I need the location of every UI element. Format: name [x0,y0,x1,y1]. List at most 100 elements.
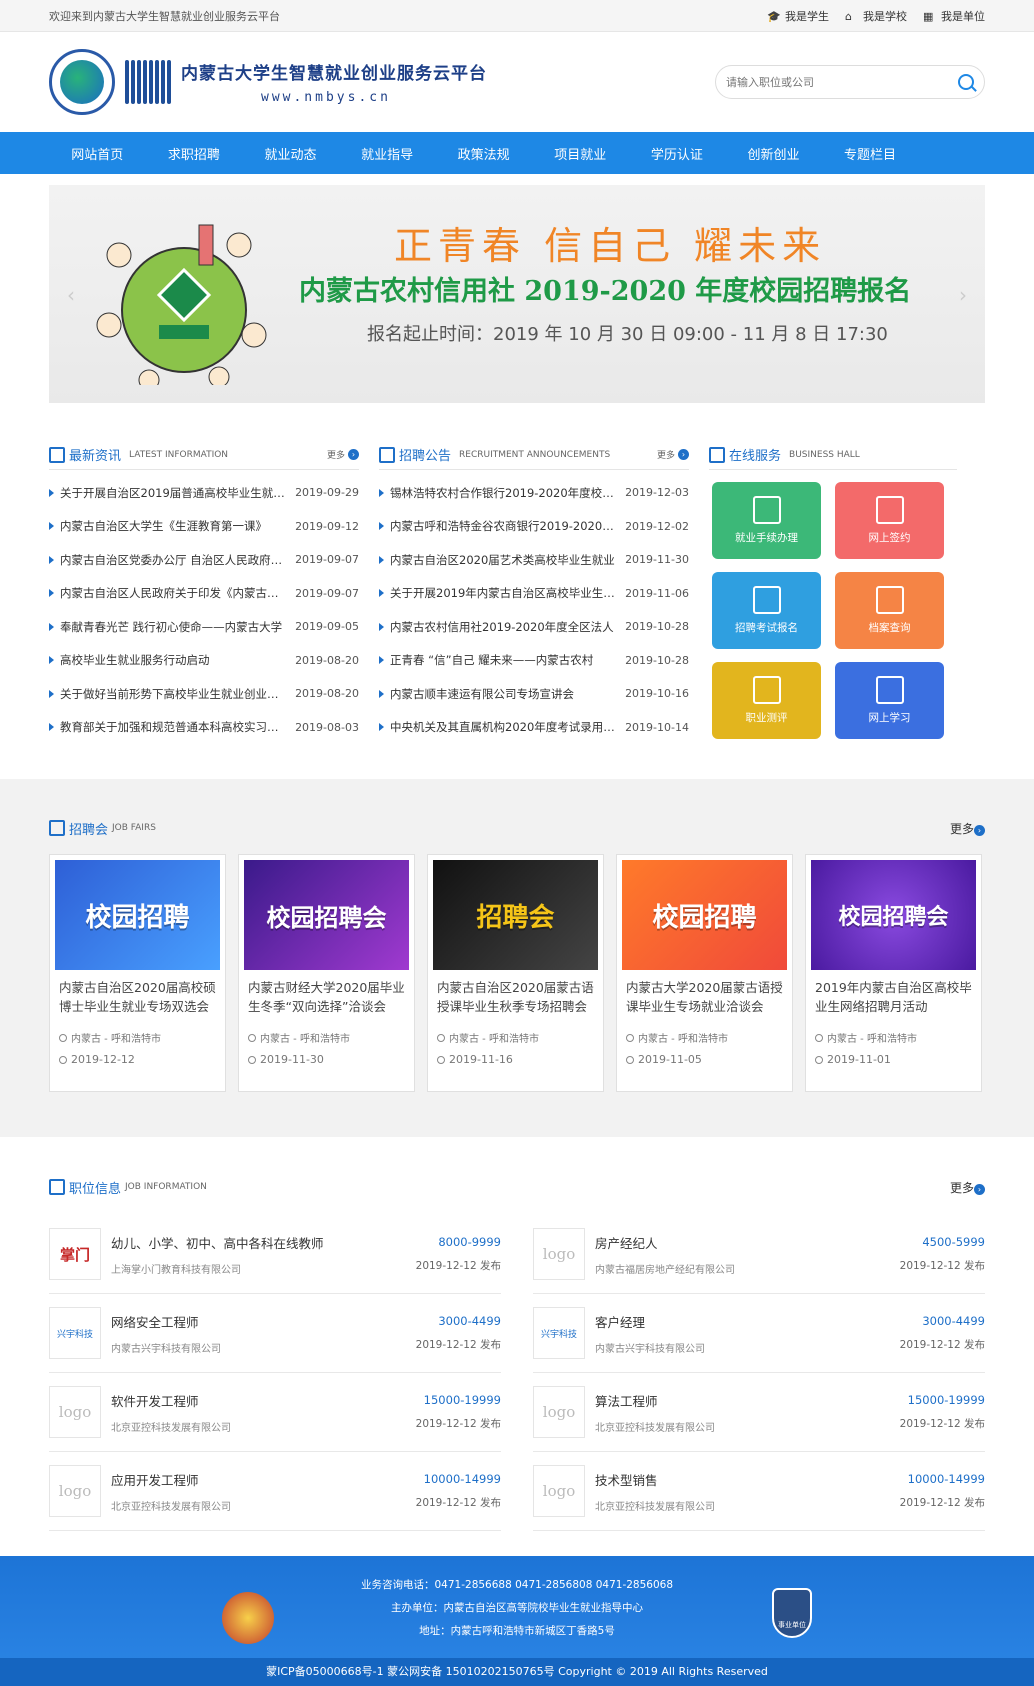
list-item[interactable]: 内蒙古呼和浩特金谷农商银行2019-2020年度 2019-12-02 [379,510,689,544]
job-item[interactable]: logo 算法工程师 北京亚控科技发展有限公司 15000-19999 2019-12-… [533,1373,985,1452]
nav-policy[interactable]: 政策法规 [435,144,532,163]
company-logo: 掌门 [49,1228,101,1280]
job-fair-card[interactable]: 校园招聘会 2019年内蒙古自治区高校毕业生网络招聘月活动 内蒙古 - 呼和浩特… [805,854,982,1092]
service-exam-registration[interactable]: 招聘考试报名 [712,572,821,649]
nav-topics[interactable]: 专题栏目 [822,144,919,163]
latest-news-panel: 最新资讯 LATEST INFORMATION 更多 › 关于开展自治区2019届普… [49,440,359,744]
folder-search-icon [875,586,904,614]
job-item[interactable]: logo 软件开发工程师 北京亚控科技发展有限公司 15000-19999 2019-1… [49,1373,501,1452]
news-section: 最新资讯 LATEST INFORMATION 更多 › 关于开展自治区2019届普… [49,403,985,744]
news-list: 关于开展自治区2019届普通高校毕业生就业创业 2019-09-29 内蒙古自治区… [49,476,359,744]
location-pin-icon [437,1033,445,1042]
service-employment-procedures[interactable]: 就业手续办理 [712,482,821,559]
list-item[interactable]: 关于做好当前形势下高校毕业生就业创业工作 2019-08-20 [49,677,359,711]
service-career-assessment[interactable]: 职业测评 [712,662,821,739]
school-link[interactable]: ⌂ 我是学校 [845,8,907,24]
list-item[interactable]: 锡林浩特农村合作银行2019-2020年度校园招聘 2019-12-03 [379,476,689,510]
service-archive-query[interactable]: 档案查询 [835,572,944,649]
banner-next-icon[interactable]: › [959,283,967,307]
job-item[interactable]: 兴宇科技 客户经理 内蒙古兴宇科技有限公司 3000-4499 2019-12-12 发… [533,1294,985,1373]
footer-icp: 蒙ICP备05000668号-1 蒙公网安备 15010202150765号 C… [0,1658,1034,1686]
job-fair-image: 校园招聘会 [811,860,976,970]
nav-projects[interactable]: 项目就业 [532,144,629,163]
list-item[interactable]: 内蒙古自治区党委办公厅 自治区人民政府办公厅 2019-09-07 [49,543,359,577]
job-item[interactable]: 掌门 幼儿、小学、初中、高中各科在线教师 上海掌小门教育科技有限公司 8000-999… [49,1215,501,1294]
job-fairs-section: 招聘会 JOB FAIRS 更多 › 校园招聘 内蒙古自治区2020届高校硕博士毕业… [0,779,1034,1137]
location-pin-icon [248,1033,256,1042]
graduation-cap-icon: 🎓 [767,10,781,23]
job-item[interactable]: logo 应用开发工程师 北京亚控科技发展有限公司 10000-14999 2019-1… [49,1452,501,1531]
service-online-signing[interactable]: 网上签约 [835,482,944,559]
job-item[interactable]: logo 技术型销售 北京亚控科技发展有限公司 10000-14999 2019-12-… [533,1452,985,1531]
arrow-right-icon: › [348,449,359,460]
list-item[interactable]: 内蒙古自治区人民政府关于印发《内蒙古自治区 2019-09-07 [49,577,359,611]
list-item[interactable]: 内蒙古自治区大学生《生涯教育第一课》 2019-09-12 [49,510,359,544]
location-pin-icon [59,1033,67,1042]
job-fair-card[interactable]: 校园招聘 内蒙古自治区2020届高校硕博士毕业生就业专场双选会 内蒙古 - 呼和… [49,854,226,1092]
job-fair-image: 校园招聘 [622,860,787,970]
job-info-section: 职位信息 JOB INFORMATION 更多 › 掌门 幼儿、小学、初中、高中各科在… [49,1137,985,1531]
list-item[interactable]: 正青春 “信”自己 耀未来——内蒙古农村 2019-10-28 [379,644,689,678]
list-item[interactable]: 中央机关及其直属机构2020年度考试录用公务员 2019-10-14 [379,711,689,745]
clock-icon [815,1055,823,1064]
job-item[interactable]: logo 房产经纪人 内蒙古福居房地产经纪有限公司 4500-5999 2019-12-… [533,1215,985,1294]
footer-phone: 业务咨询电话：0471-2856688 0471-2856808 0471-28… [361,1579,673,1591]
building-icon: ▦ [923,10,934,23]
house-icon: ⌂ [845,10,852,23]
nav-entrepreneurship[interactable]: 创新创业 [725,144,822,163]
employer-link[interactable]: ▦ 我是单位 [923,8,985,24]
briefcase-icon [49,1179,65,1195]
list-item[interactable]: 奉献青春光芒 践行初心使命——内蒙古大学 2019-09-05 [49,610,359,644]
main-nav: 网站首页 求职招聘 就业动态 就业指导 政策法规 项目就业 学历认证 创新创业 … [0,132,1034,174]
nav-guidance[interactable]: 就业指导 [339,144,436,163]
nav-home[interactable]: 网站首页 [49,144,146,163]
location-pin-icon [815,1033,823,1042]
role-links: 🎓 我是学生 ⌂ 我是学校 ▦ 我是单位 [767,8,985,24]
clock-icon [626,1055,634,1064]
clock-icon [59,1055,67,1064]
job-fair-image: 校园招聘会 [244,860,409,970]
site-logo[interactable]: 内蒙古大学生智慧就业创业服务云平台 www.nmbys.cn [49,49,487,115]
search-box [715,65,985,99]
monitor-pen-icon [875,496,904,524]
banner-slogan: 正青春 信自己 耀未来 [394,224,827,268]
company-logo: logo [49,1465,101,1517]
job-fairs-more-link[interactable]: 更多 › [950,820,985,837]
footer-sponsor: 主办单位：内蒙古自治区高等院校毕业生就业指导中心 [391,1602,643,1614]
company-logo: logo [533,1465,585,1517]
list-item[interactable]: 关于开展2019年内蒙古自治区高校毕业生就业 2019-11-06 [379,577,689,611]
announcements-more-link[interactable]: 更多 › [657,448,689,461]
banner-prev-icon[interactable]: ‹ [67,283,75,307]
star-icon [709,446,725,463]
megaphone-icon [379,446,395,463]
announcements-list: 锡林浩特农村合作银行2019-2020年度校园招聘 2019-12-03 内蒙古呼… [379,476,689,744]
job-fair-image: 校园招聘 [55,860,220,970]
nav-certification[interactable]: 学历认证 [629,144,726,163]
list-item[interactable]: 内蒙古自治区2020届艺术类高校毕业生就业 2019-11-30 [379,543,689,577]
top-bar: 欢迎来到内蒙古大学生智慧就业创业服务云平台 🎓 我是学生 ⌂ 我是学校 ▦ 我是单位 [0,0,1034,32]
job-fair-card[interactable]: 招聘会 内蒙古自治区2020届蒙古语授课毕业生秋季专场招聘会 内蒙古 - 呼和浩… [427,854,604,1092]
search-icon[interactable] [958,74,974,90]
student-link[interactable]: 🎓 我是学生 [767,8,829,24]
arrow-right-icon: › [678,449,689,460]
company-logo: logo [49,1386,101,1438]
list-item[interactable]: 关于开展自治区2019届普通高校毕业生就业创业 2019-09-29 [49,476,359,510]
mongolian-script [125,52,171,112]
job-fair-card[interactable]: 校园招聘会 内蒙古财经大学2020届毕业生冬季“双向选择”洽谈会 内蒙古 - 呼… [238,854,415,1092]
hero-banner[interactable]: ‹ › 正青春 信自己 耀未来 内蒙古农村信用社 2019-2020 年度校园招… [49,185,985,403]
company-logo: logo [533,1228,585,1280]
service-online-learning[interactable]: 网上学习 [835,662,944,739]
list-item[interactable]: 教育部关于加强和规范普通本科高校实习管理 2019-08-03 [49,711,359,745]
search-input[interactable] [726,75,926,89]
jobs-more-link[interactable]: 更多 › [950,1179,985,1196]
document-icon [752,496,781,524]
nav-employment-news[interactable]: 就业动态 [242,144,339,163]
company-logo: 兴宇科技 [533,1307,585,1359]
list-item[interactable]: 内蒙古顺丰速运有限公司专场宣讲会 2019-10-16 [379,677,689,711]
news-more-link[interactable]: 更多 › [327,448,359,461]
job-fair-card[interactable]: 校园招聘 内蒙古大学2020届蒙古语授课毕业生专场就业洽谈会 内蒙古 - 呼和浩… [616,854,793,1092]
job-item[interactable]: 兴宇科技 网络安全工程师 内蒙古兴宇科技有限公司 3000-4499 2019-12-1… [49,1294,501,1373]
nav-recruitment[interactable]: 求职招聘 [146,144,243,163]
list-item[interactable]: 高校毕业生就业服务行动启动 2019-08-20 [49,644,359,678]
list-item[interactable]: 内蒙古农村信用社2019-2020年度全区法人 2019-10-28 [379,610,689,644]
